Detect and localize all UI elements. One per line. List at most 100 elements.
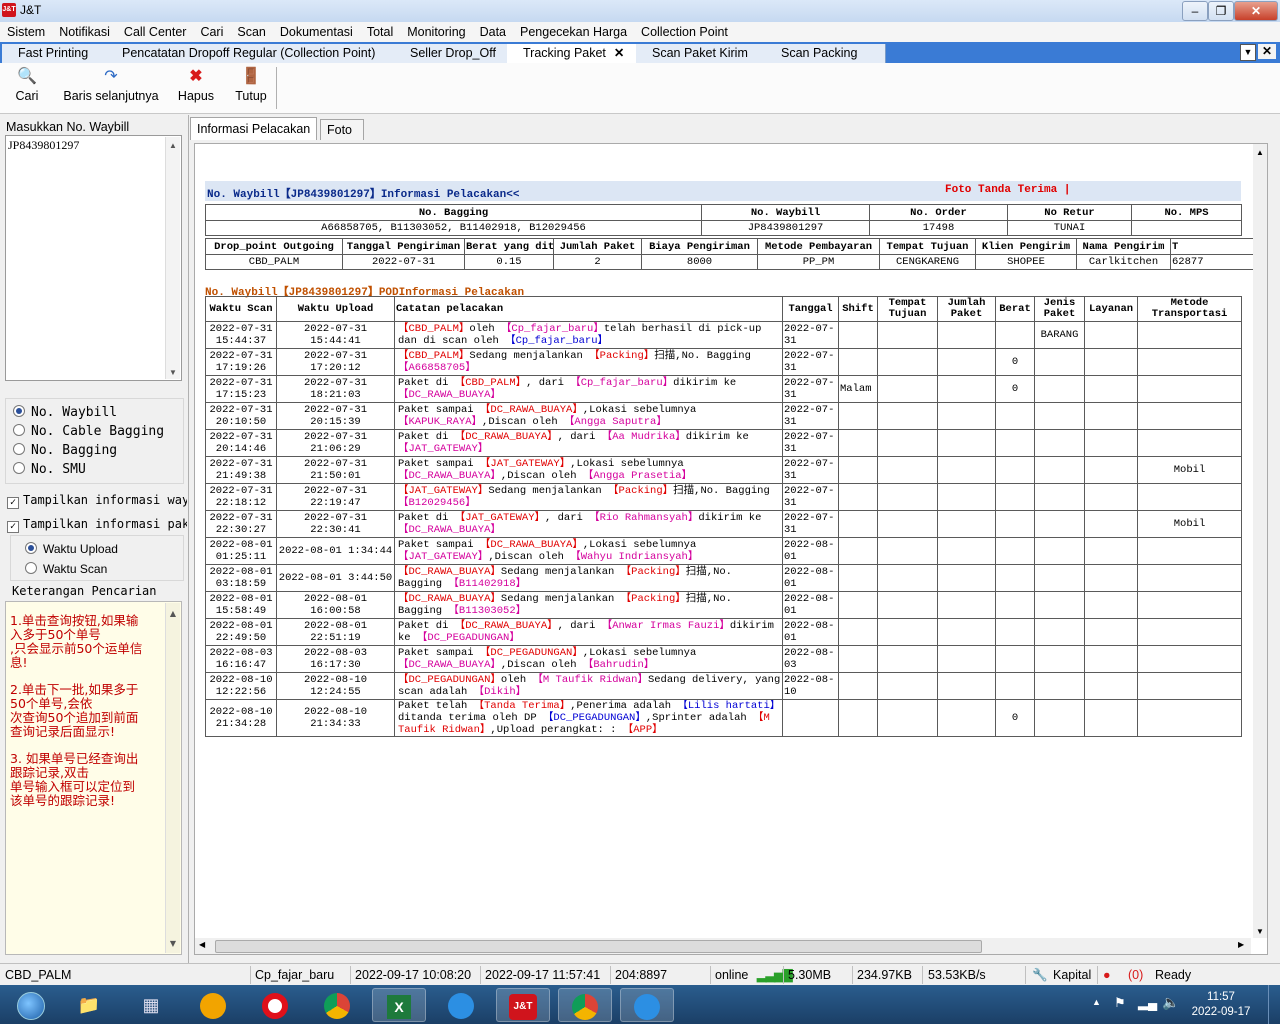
menu-sistem[interactable]: Sistem bbox=[0, 22, 52, 42]
close-tab-icon[interactable]: ✕ bbox=[614, 46, 624, 60]
table-row[interactable]: 2022-07-31 15:44:37 2022-07-31 15:44:41 【C… bbox=[205, 321, 1242, 349]
tray-clock[interactable]: 11:57 2022-09-17 bbox=[1190, 990, 1252, 1020]
close-all-tabs-icon[interactable]: ✕ bbox=[1258, 44, 1276, 59]
tray-network-icon[interactable]: ▂▄ bbox=[1138, 995, 1157, 1011]
minimize-button[interactable]: – bbox=[1182, 1, 1208, 21]
taskbar-chrome[interactable] bbox=[310, 988, 364, 1022]
table-row[interactable]: 2022-07-31 22:30:27 2022-07-31 22:30:41 Pa… bbox=[205, 510, 1242, 538]
table-row[interactable]: 2022-07-31 20:14:46 2022-07-31 21:06:29 Pa… bbox=[205, 429, 1242, 457]
tab-fast-printing[interactable]: Fast Printing bbox=[2, 44, 115, 63]
scroll-left-icon[interactable]: ◀ bbox=[199, 940, 205, 949]
table-row[interactable]: 2022-08-03 16:16:47 2022-08-03 16:17:30 Pa… bbox=[205, 645, 1242, 673]
waybill-input[interactable]: JP8439801297 ▲ ▼ bbox=[5, 135, 182, 381]
table-row[interactable]: 2022-07-31 22:18:12 2022-07-31 22:19:47 【J… bbox=[205, 483, 1242, 511]
tab-tracking-paket[interactable]: Tracking Paket ✕ bbox=[507, 44, 648, 63]
table-row[interactable]: 2022-08-01 15:58:49 2022-08-01 16:00:58 【D… bbox=[205, 591, 1242, 619]
photo-receipt-link[interactable]: Foto Tanda Terima | bbox=[945, 184, 1070, 196]
menu-call-center[interactable]: Call Center bbox=[117, 22, 194, 42]
radio-no-cable-bagging[interactable]: No. Cable Bagging bbox=[13, 424, 164, 439]
taskbar-messenger-2[interactable] bbox=[620, 988, 674, 1022]
tab-pencatatan-dropoff[interactable]: Pencatatan Dropoff Regular (Collection P… bbox=[106, 44, 395, 63]
search-button[interactable]: 🔍 Cari bbox=[6, 65, 48, 111]
weight-cell: 0 bbox=[995, 348, 1035, 376]
table-row[interactable]: 2022-08-10 12:22:56 2022-08-10 12:24:55 【D… bbox=[205, 672, 1242, 700]
table-row[interactable]: 2022-07-31 17:19:26 2022-07-31 17:20:12 【C… bbox=[205, 348, 1242, 376]
date-cell: 2022-07-31 bbox=[782, 321, 839, 349]
close-window-button[interactable]: ✕ bbox=[1234, 1, 1278, 21]
menu-data[interactable]: Data bbox=[473, 22, 513, 42]
horizontal-scroll-thumb[interactable] bbox=[215, 940, 982, 953]
taskbar-messenger[interactable] bbox=[434, 988, 488, 1022]
table-row[interactable]: 2022-07-31 17:15:23 2022-07-31 18:21:03 Pa… bbox=[205, 375, 1242, 403]
table-row[interactable]: 2022-08-01 03:18:59 2022-08-01 3:44:50 【DC… bbox=[205, 564, 1242, 592]
transport-method-cell bbox=[1137, 564, 1242, 592]
menu-pengecekan-harga[interactable]: Pengecekan Harga bbox=[513, 22, 634, 42]
start-button[interactable] bbox=[4, 988, 58, 1022]
destination-cell bbox=[877, 618, 938, 646]
taskbar-security[interactable] bbox=[186, 988, 240, 1022]
table-row[interactable]: 2022-07-31 20:10:50 2022-07-31 20:15:39 Pa… bbox=[205, 402, 1242, 430]
waybill-input-scrollbar[interactable]: ▲ ▼ bbox=[165, 137, 180, 379]
scroll-down-icon[interactable]: ▼ bbox=[166, 937, 180, 951]
status-alert-count[interactable]: (0) bbox=[1128, 968, 1143, 982]
tray-expand-icon[interactable]: ▲ bbox=[1092, 997, 1101, 1007]
content-vertical-scrollbar[interactable]: ▲ ▼ bbox=[1253, 144, 1267, 938]
radio-waktu-upload[interactable]: Waktu Upload bbox=[25, 542, 118, 556]
header-cell: No. Bagging bbox=[205, 204, 702, 221]
menu-scan[interactable]: Scan bbox=[230, 22, 273, 42]
radio-no-smu[interactable]: No. SMU bbox=[13, 462, 86, 477]
checkbox-show-waybill-info[interactable]: ✓ Tampilkan informasi way bbox=[7, 493, 187, 509]
next-row-button[interactable]: ↷ Baris selanjutnya bbox=[58, 65, 164, 111]
toolbar-separator bbox=[276, 67, 277, 109]
taskbar-chrome-2[interactable] bbox=[558, 988, 612, 1022]
scroll-up-icon[interactable]: ▲ bbox=[1253, 148, 1267, 157]
menu-collection-point[interactable]: Collection Point bbox=[634, 22, 735, 42]
package-type-cell bbox=[1034, 483, 1085, 511]
radio-waktu-scan[interactable]: Waktu Scan bbox=[25, 562, 107, 576]
tab-scan-paket-kirim[interactable]: Scan Paket Kirim bbox=[636, 44, 773, 63]
menu-notifikasi[interactable]: Notifikasi bbox=[52, 22, 117, 42]
destination-cell bbox=[877, 699, 938, 737]
table-row[interactable]: 2022-08-10 21:34:28 2022-08-10 21:34:33 Pa… bbox=[205, 699, 1242, 737]
note-segment: 【Packing】 bbox=[608, 485, 674, 497]
tips-box: 1.单击查询按钮,如果输 入多于50个单号 ,只会显示前50个运单信 息! 2.… bbox=[5, 601, 182, 955]
maximize-button[interactable]: ❐ bbox=[1208, 1, 1234, 21]
delete-button[interactable]: ✖ Hapus bbox=[174, 65, 218, 111]
tray-flag-icon[interactable]: ⚑ bbox=[1114, 995, 1126, 1011]
tray-volume-icon[interactable]: 🔈 bbox=[1162, 994, 1179, 1011]
table-row[interactable]: 2022-08-01 22:49:50 2022-08-01 22:51:19 Pa… bbox=[205, 618, 1242, 646]
menu-dokumentasi[interactable]: Dokumentasi bbox=[273, 22, 360, 42]
show-desktop-button[interactable] bbox=[1268, 985, 1280, 1024]
tips-scrollbar[interactable]: ▲ ▼ bbox=[165, 603, 180, 953]
scroll-down-icon[interactable]: ▼ bbox=[166, 368, 180, 377]
taskbar-calculator[interactable]: ▦ bbox=[124, 988, 178, 1022]
search-type-group: No. Waybill No. Cable Bagging No. Baggin… bbox=[5, 398, 184, 484]
scroll-right-icon[interactable]: ▶ bbox=[1238, 940, 1244, 949]
scroll-up-icon[interactable]: ▲ bbox=[166, 607, 180, 621]
menu-total[interactable]: Total bbox=[360, 22, 400, 42]
note-segment: 扫描,No. Bagging bbox=[673, 485, 770, 497]
taskbar-excel[interactable]: X bbox=[372, 988, 426, 1022]
close-button[interactable]: 🚪 Tutup bbox=[228, 65, 274, 111]
content-horizontal-scrollbar[interactable]: ◀ ▶ bbox=[195, 938, 1251, 954]
taskbar-file-explorer[interactable]: 📁 bbox=[62, 988, 116, 1022]
radio-icon bbox=[13, 443, 25, 455]
tab-informasi-pelacakan[interactable]: Informasi Pelacakan bbox=[190, 117, 318, 140]
tab-seller-drop-off[interactable]: Seller Drop_Off bbox=[394, 44, 519, 63]
taskbar-jnt-app[interactable]: J&T bbox=[496, 988, 550, 1022]
checkbox-show-package-info[interactable]: ✓ Tampilkan informasi pak bbox=[7, 517, 187, 533]
table-row[interactable]: 2022-08-01 01:25:11 2022-08-01 1:34:44 Pak… bbox=[205, 537, 1242, 565]
tab-list-dropdown-icon[interactable]: ▼ bbox=[1240, 44, 1256, 61]
alert-bell-icon[interactable]: ● bbox=[1103, 968, 1111, 982]
scroll-up-icon[interactable]: ▲ bbox=[166, 141, 180, 150]
taskbar-opera[interactable] bbox=[248, 988, 302, 1022]
radio-no-waybill[interactable]: No. Waybill bbox=[13, 405, 117, 420]
tracking-content: No. Waybill【JP8439801297】Informasi Pelac… bbox=[194, 143, 1268, 955]
menu-cari[interactable]: Cari bbox=[193, 22, 230, 42]
table-row[interactable]: 2022-07-31 21:49:38 2022-07-31 21:50:01 Pa… bbox=[205, 456, 1242, 484]
radio-no-bagging[interactable]: No. Bagging bbox=[13, 443, 117, 458]
scroll-down-icon[interactable]: ▼ bbox=[1253, 927, 1267, 936]
tab-foto[interactable]: Foto bbox=[320, 119, 364, 140]
menu-monitoring[interactable]: Monitoring bbox=[400, 22, 472, 42]
tab-scan-packing[interactable]: Scan Packing bbox=[765, 44, 886, 63]
